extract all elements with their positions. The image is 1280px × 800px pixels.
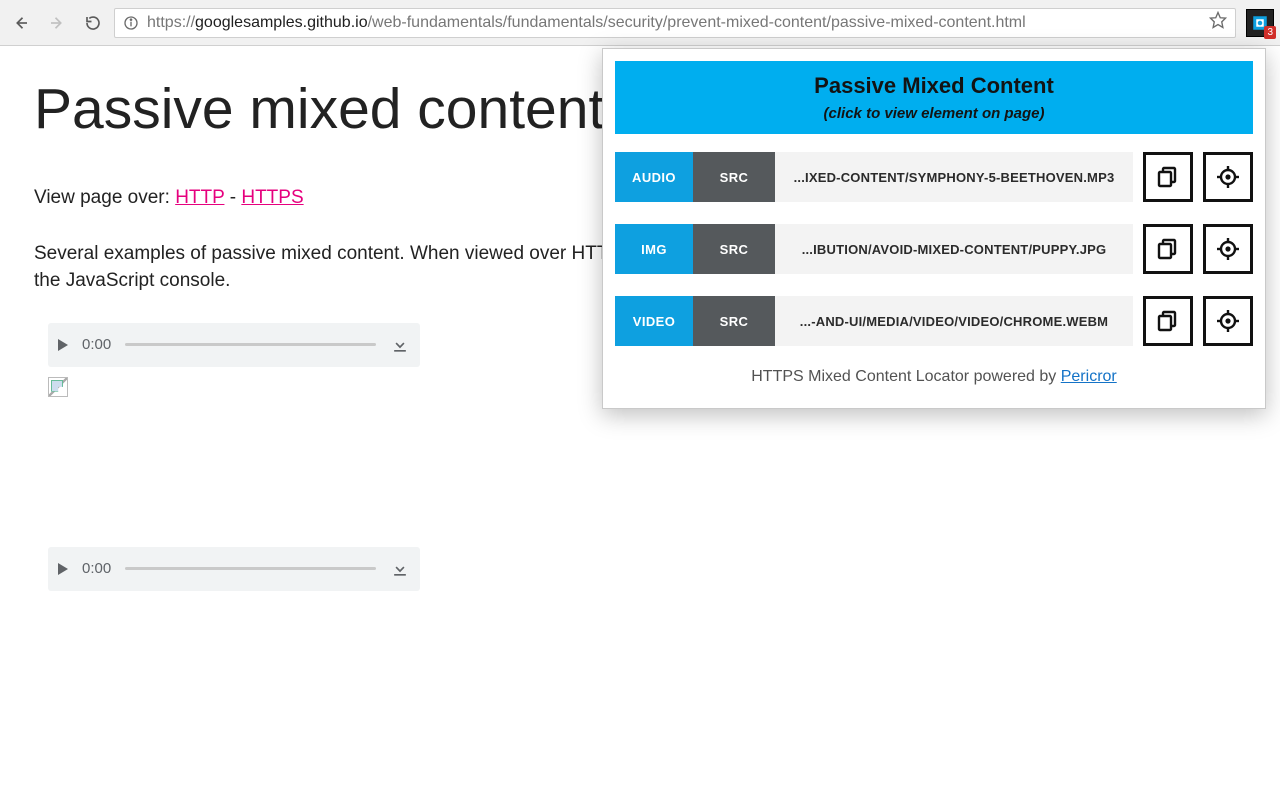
element-type-tag: AUDIO	[615, 152, 693, 202]
copy-button[interactable]	[1143, 296, 1193, 346]
forward-button[interactable]	[42, 8, 72, 38]
download-icon	[390, 335, 410, 355]
footer-link[interactable]: Pericror	[1061, 368, 1117, 385]
arrow-left-icon	[12, 14, 30, 32]
row-pill[interactable]: IMGSRC...IBUTION/AVOID-MIXED-CONTENT/PUP…	[615, 224, 1133, 274]
star-icon	[1209, 11, 1227, 29]
footer-text: HTTPS Mixed Content Locator powered by	[751, 368, 1060, 385]
row-pill[interactable]: AUDIOSRC...IXED-CONTENT/SYMPHONY-5-BEETH…	[615, 152, 1133, 202]
audio-player[interactable]: 0:00	[48, 323, 420, 367]
copy-icon	[1156, 165, 1180, 189]
url-text: https://googlesamples.github.io/web-fund…	[147, 14, 1026, 32]
resource-path: ...IBUTION/AVOID-MIXED-CONTENT/PUPPY.JPG	[775, 224, 1133, 274]
locate-button[interactable]	[1203, 152, 1253, 202]
http-link[interactable]: HTTP	[175, 187, 224, 208]
video-download-button[interactable]	[390, 559, 410, 579]
reload-icon	[84, 14, 102, 32]
reload-button[interactable]	[78, 8, 108, 38]
popup-subtitle: (click to view element on page)	[625, 105, 1243, 122]
video-time: 0:00	[82, 560, 111, 577]
extension-badge: 3	[1264, 26, 1276, 39]
link-sep: -	[224, 187, 241, 208]
download-icon	[390, 559, 410, 579]
target-icon	[1216, 309, 1240, 333]
audio-time: 0:00	[82, 336, 111, 353]
locate-button[interactable]	[1203, 296, 1253, 346]
attr-tag: SRC	[693, 296, 775, 346]
video-player[interactable]: 0:00	[48, 547, 420, 591]
mixed-content-row: VIDEOSRC...-AND-UI/MEDIA/VIDEO/VIDEO/CHR…	[615, 296, 1253, 346]
view-over-label: View page over:	[34, 187, 175, 208]
url-path: /web-fundamentals/fundamentals/security/…	[368, 14, 1026, 31]
popup-header: Passive Mixed Content (click to view ele…	[615, 61, 1253, 134]
copy-icon	[1156, 237, 1180, 261]
url-scheme: https://	[147, 14, 195, 31]
arrow-right-icon	[48, 14, 66, 32]
popup-title: Passive Mixed Content	[625, 73, 1243, 99]
locate-button[interactable]	[1203, 224, 1253, 274]
extension-button[interactable]: 3	[1246, 9, 1274, 37]
url-host: googlesamples.github.io	[195, 14, 368, 31]
element-type-tag: VIDEO	[615, 296, 693, 346]
play-icon[interactable]	[58, 339, 68, 351]
resource-path: ...IXED-CONTENT/SYMPHONY-5-BEETHOVEN.MP3	[775, 152, 1133, 202]
play-icon[interactable]	[58, 563, 68, 575]
audio-download-button[interactable]	[390, 335, 410, 355]
browser-toolbar: https://googlesamples.github.io/web-fund…	[0, 0, 1280, 46]
resource-path: ...-AND-UI/MEDIA/VIDEO/VIDEO/CHROME.WEBM	[775, 296, 1133, 346]
https-link[interactable]: HTTPS	[241, 187, 303, 208]
mixed-content-row: AUDIOSRC...IXED-CONTENT/SYMPHONY-5-BEETH…	[615, 152, 1253, 202]
attr-tag: SRC	[693, 152, 775, 202]
copy-button[interactable]	[1143, 224, 1193, 274]
popup-footer: HTTPS Mixed Content Locator powered by P…	[615, 362, 1253, 396]
back-button[interactable]	[6, 8, 36, 38]
site-info-icon[interactable]	[123, 15, 139, 31]
attr-tag: SRC	[693, 224, 775, 274]
bookmark-button[interactable]	[1209, 11, 1227, 34]
target-icon	[1216, 237, 1240, 261]
broken-image-icon	[48, 377, 68, 397]
row-pill[interactable]: VIDEOSRC...-AND-UI/MEDIA/VIDEO/VIDEO/CHR…	[615, 296, 1133, 346]
element-type-tag: IMG	[615, 224, 693, 274]
mixed-content-row: IMGSRC...IBUTION/AVOID-MIXED-CONTENT/PUP…	[615, 224, 1253, 274]
address-bar[interactable]: https://googlesamples.github.io/web-fund…	[114, 8, 1236, 38]
copy-icon	[1156, 309, 1180, 333]
video-track[interactable]	[125, 567, 376, 570]
extension-popup: Passive Mixed Content (click to view ele…	[602, 48, 1266, 409]
copy-button[interactable]	[1143, 152, 1193, 202]
target-icon	[1216, 165, 1240, 189]
audio-track[interactable]	[125, 343, 376, 346]
